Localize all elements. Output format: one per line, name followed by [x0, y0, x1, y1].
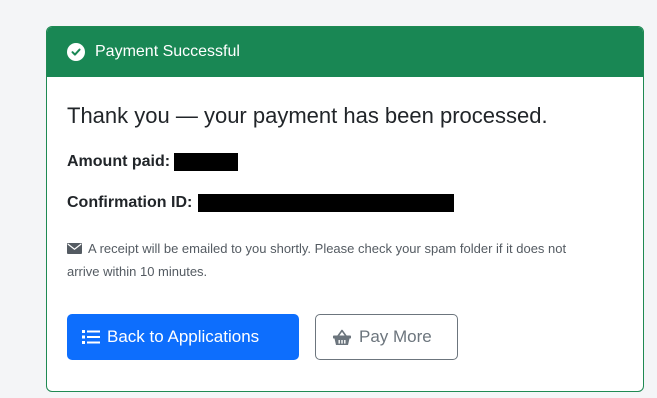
- amount-row: Amount paid:: [67, 151, 623, 173]
- envelope-icon: [67, 239, 82, 261]
- receipt-note-text: A receipt will be emailed to you shortly…: [67, 241, 567, 279]
- pay-more-label: Pay More: [359, 327, 432, 346]
- confirmation-label: Confirmation ID:: [67, 194, 193, 211]
- amount-value-redacted: [174, 153, 239, 171]
- back-to-applications-button[interactable]: Back to Applications: [67, 314, 299, 360]
- payment-success-card: Payment Successful Thank you — your paym…: [46, 26, 644, 392]
- pay-more-button[interactable]: Pay More: [315, 314, 458, 360]
- basket-icon: [332, 329, 352, 346]
- confirmation-value-redacted: [198, 194, 455, 212]
- amount-label: Amount paid:: [67, 153, 171, 170]
- success-message: Thank you — your payment has been proces…: [67, 103, 548, 128]
- receipt-note: A receipt will be emailed to you shortly…: [67, 238, 597, 283]
- check-circle-icon: [67, 43, 85, 61]
- card-header: Payment Successful: [47, 27, 643, 77]
- back-button-label: Back to Applications: [107, 327, 260, 346]
- confirmation-row: Confirmation ID:: [67, 192, 623, 214]
- list-icon: [82, 329, 100, 345]
- card-body: Thank you — your payment has been proces…: [47, 101, 643, 360]
- header-title: Payment Successful: [95, 43, 240, 60]
- action-buttons: Back to Applications Pay More: [67, 314, 623, 360]
